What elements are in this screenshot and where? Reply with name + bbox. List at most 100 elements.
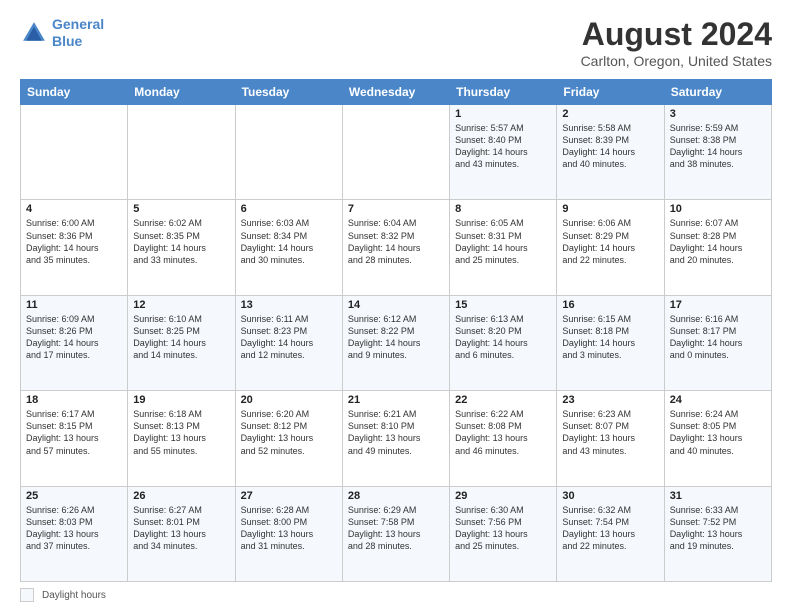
calendar-header-sunday: Sunday bbox=[21, 80, 128, 105]
calendar-cell: 12 Sunrise: 6:10 AM Sunset: 8:25 PM Dayli… bbox=[128, 295, 235, 390]
day-number: 27 bbox=[241, 490, 337, 502]
day-number: 25 bbox=[26, 490, 122, 502]
calendar-cell: 7 Sunrise: 6:04 AM Sunset: 8:32 PM Daylig… bbox=[342, 200, 449, 295]
calendar-cell: 17Sunrise: 6:16 AM Sunset: 8:17 PM Dayli… bbox=[664, 295, 771, 390]
calendar-cell: 4 Sunrise: 6:00 AM Sunset: 8:36 PM Daylig… bbox=[21, 200, 128, 295]
day-number: 10 bbox=[670, 203, 766, 215]
day-info: Sunrise: 6:11 AM Sunset: 8:23 PM Dayligh… bbox=[241, 313, 337, 362]
day-info: Sunrise: 6:23 AM Sunset: 8:07 PM Dayligh… bbox=[562, 408, 658, 457]
day-number: 14 bbox=[348, 299, 444, 311]
day-number: 13 bbox=[241, 299, 337, 311]
day-number: 18 bbox=[26, 394, 122, 406]
day-info: Sunrise: 6:27 AM Sunset: 8:01 PM Dayligh… bbox=[133, 504, 229, 553]
day-number: 20 bbox=[241, 394, 337, 406]
calendar-cell: 13 Sunrise: 6:11 AM Sunset: 8:23 PM Dayli… bbox=[235, 295, 342, 390]
calendar-header-saturday: Saturday bbox=[664, 80, 771, 105]
day-info: Sunrise: 5:59 AM Sunset: 8:38 PM Dayligh… bbox=[670, 122, 766, 171]
calendar-cell: 11Sunrise: 6:09 AM Sunset: 8:26 PM Dayli… bbox=[21, 295, 128, 390]
calendar-cell: 3 Sunrise: 5:59 AM Sunset: 8:38 PM Daylig… bbox=[664, 105, 771, 200]
day-number: 5 bbox=[133, 203, 229, 215]
calendar-header-monday: Monday bbox=[128, 80, 235, 105]
calendar-cell: 19 Sunrise: 6:18 AM Sunset: 8:13 PM Dayli… bbox=[128, 391, 235, 486]
calendar-cell: 28Sunrise: 6:29 AM Sunset: 7:58 PM Dayli… bbox=[342, 486, 449, 581]
day-info: Sunrise: 6:18 AM Sunset: 8:13 PM Dayligh… bbox=[133, 408, 229, 457]
day-number: 6 bbox=[241, 203, 337, 215]
calendar-cell: 15Sunrise: 6:13 AM Sunset: 8:20 PM Dayli… bbox=[450, 295, 557, 390]
header: General Blue August 2024 Carlton, Oregon… bbox=[20, 16, 772, 69]
day-info: Sunrise: 6:21 AM Sunset: 8:10 PM Dayligh… bbox=[348, 408, 444, 457]
calendar-header-thursday: Thursday bbox=[450, 80, 557, 105]
calendar-cell: 8 Sunrise: 6:05 AM Sunset: 8:31 PM Daylig… bbox=[450, 200, 557, 295]
day-number: 22 bbox=[455, 394, 551, 406]
day-info: Sunrise: 6:03 AM Sunset: 8:34 PM Dayligh… bbox=[241, 217, 337, 266]
calendar-cell: 16Sunrise: 6:15 AM Sunset: 8:18 PM Dayli… bbox=[557, 295, 664, 390]
day-number: 26 bbox=[133, 490, 229, 502]
calendar-cell bbox=[342, 105, 449, 200]
calendar-cell: 20 Sunrise: 6:20 AM Sunset: 8:12 PM Dayli… bbox=[235, 391, 342, 486]
calendar-cell: 30 Sunrise: 6:32 AM Sunset: 7:54 PM Dayli… bbox=[557, 486, 664, 581]
calendar-cell: 1Sunrise: 5:57 AM Sunset: 8:40 PM Daylig… bbox=[450, 105, 557, 200]
daylight-box-icon bbox=[20, 588, 34, 602]
day-info: Sunrise: 6:33 AM Sunset: 7:52 PM Dayligh… bbox=[670, 504, 766, 553]
day-number: 7 bbox=[348, 203, 444, 215]
day-info: Sunrise: 6:10 AM Sunset: 8:25 PM Dayligh… bbox=[133, 313, 229, 362]
calendar-cell bbox=[21, 105, 128, 200]
day-number: 12 bbox=[133, 299, 229, 311]
calendar-header-row: SundayMondayTuesdayWednesdayThursdayFrid… bbox=[21, 80, 772, 105]
day-info: Sunrise: 5:58 AM Sunset: 8:39 PM Dayligh… bbox=[562, 122, 658, 171]
day-info: Sunrise: 6:05 AM Sunset: 8:31 PM Dayligh… bbox=[455, 217, 551, 266]
calendar-cell: 21 Sunrise: 6:21 AM Sunset: 8:10 PM Dayli… bbox=[342, 391, 449, 486]
day-info: Sunrise: 6:28 AM Sunset: 8:00 PM Dayligh… bbox=[241, 504, 337, 553]
day-number: 30 bbox=[562, 490, 658, 502]
day-info: Sunrise: 6:06 AM Sunset: 8:29 PM Dayligh… bbox=[562, 217, 658, 266]
day-info: Sunrise: 6:32 AM Sunset: 7:54 PM Dayligh… bbox=[562, 504, 658, 553]
day-info: Sunrise: 6:22 AM Sunset: 8:08 PM Dayligh… bbox=[455, 408, 551, 457]
calendar-cell: 25 Sunrise: 6:26 AM Sunset: 8:03 PM Dayli… bbox=[21, 486, 128, 581]
calendar-cell: 29 Sunrise: 6:30 AM Sunset: 7:56 PM Dayli… bbox=[450, 486, 557, 581]
logo-icon bbox=[20, 19, 48, 47]
day-info: Sunrise: 6:17 AM Sunset: 8:15 PM Dayligh… bbox=[26, 408, 122, 457]
day-number: 29 bbox=[455, 490, 551, 502]
day-info: Sunrise: 6:09 AM Sunset: 8:26 PM Dayligh… bbox=[26, 313, 122, 362]
logo-line1: General bbox=[52, 16, 104, 32]
calendar-cell: 18 Sunrise: 6:17 AM Sunset: 8:15 PM Dayli… bbox=[21, 391, 128, 486]
day-info: Sunrise: 6:07 AM Sunset: 8:28 PM Dayligh… bbox=[670, 217, 766, 266]
subtitle: Carlton, Oregon, United States bbox=[581, 53, 772, 69]
day-info: Sunrise: 6:26 AM Sunset: 8:03 PM Dayligh… bbox=[26, 504, 122, 553]
day-number: 3 bbox=[670, 108, 766, 120]
calendar-cell: 26 Sunrise: 6:27 AM Sunset: 8:01 PM Dayli… bbox=[128, 486, 235, 581]
day-number: 23 bbox=[562, 394, 658, 406]
calendar-cell: 10 Sunrise: 6:07 AM Sunset: 8:28 PM Dayli… bbox=[664, 200, 771, 295]
footer-label: Daylight hours bbox=[42, 590, 106, 601]
day-info: Sunrise: 6:24 AM Sunset: 8:05 PM Dayligh… bbox=[670, 408, 766, 457]
day-number: 31 bbox=[670, 490, 766, 502]
day-info: Sunrise: 6:12 AM Sunset: 8:22 PM Dayligh… bbox=[348, 313, 444, 362]
calendar-header-friday: Friday bbox=[557, 80, 664, 105]
day-number: 19 bbox=[133, 394, 229, 406]
footer: Daylight hours bbox=[20, 588, 772, 602]
logo: General Blue bbox=[20, 16, 104, 50]
calendar-cell: 9Sunrise: 6:06 AM Sunset: 8:29 PM Daylig… bbox=[557, 200, 664, 295]
calendar-cell: 22 Sunrise: 6:22 AM Sunset: 8:08 PM Dayli… bbox=[450, 391, 557, 486]
title-block: August 2024 Carlton, Oregon, United Stat… bbox=[581, 16, 772, 69]
day-info: Sunrise: 6:02 AM Sunset: 8:35 PM Dayligh… bbox=[133, 217, 229, 266]
day-info: Sunrise: 6:30 AM Sunset: 7:56 PM Dayligh… bbox=[455, 504, 551, 553]
calendar-week-row: 11Sunrise: 6:09 AM Sunset: 8:26 PM Dayli… bbox=[21, 295, 772, 390]
day-info: Sunrise: 6:00 AM Sunset: 8:36 PM Dayligh… bbox=[26, 217, 122, 266]
day-number: 4 bbox=[26, 203, 122, 215]
day-number: 8 bbox=[455, 203, 551, 215]
calendar-header-tuesday: Tuesday bbox=[235, 80, 342, 105]
day-number: 2 bbox=[562, 108, 658, 120]
calendar-cell bbox=[128, 105, 235, 200]
day-info: Sunrise: 6:04 AM Sunset: 8:32 PM Dayligh… bbox=[348, 217, 444, 266]
day-info: Sunrise: 6:16 AM Sunset: 8:17 PM Dayligh… bbox=[670, 313, 766, 362]
main-title: August 2024 bbox=[581, 16, 772, 53]
day-info: Sunrise: 6:20 AM Sunset: 8:12 PM Dayligh… bbox=[241, 408, 337, 457]
calendar-header-wednesday: Wednesday bbox=[342, 80, 449, 105]
calendar-cell: 14 Sunrise: 6:12 AM Sunset: 8:22 PM Dayli… bbox=[342, 295, 449, 390]
calendar-week-row: 4 Sunrise: 6:00 AM Sunset: 8:36 PM Daylig… bbox=[21, 200, 772, 295]
page: General Blue August 2024 Carlton, Oregon… bbox=[0, 0, 792, 612]
calendar-week-row: 18 Sunrise: 6:17 AM Sunset: 8:15 PM Dayli… bbox=[21, 391, 772, 486]
calendar-cell: 31 Sunrise: 6:33 AM Sunset: 7:52 PM Dayli… bbox=[664, 486, 771, 581]
day-number: 21 bbox=[348, 394, 444, 406]
